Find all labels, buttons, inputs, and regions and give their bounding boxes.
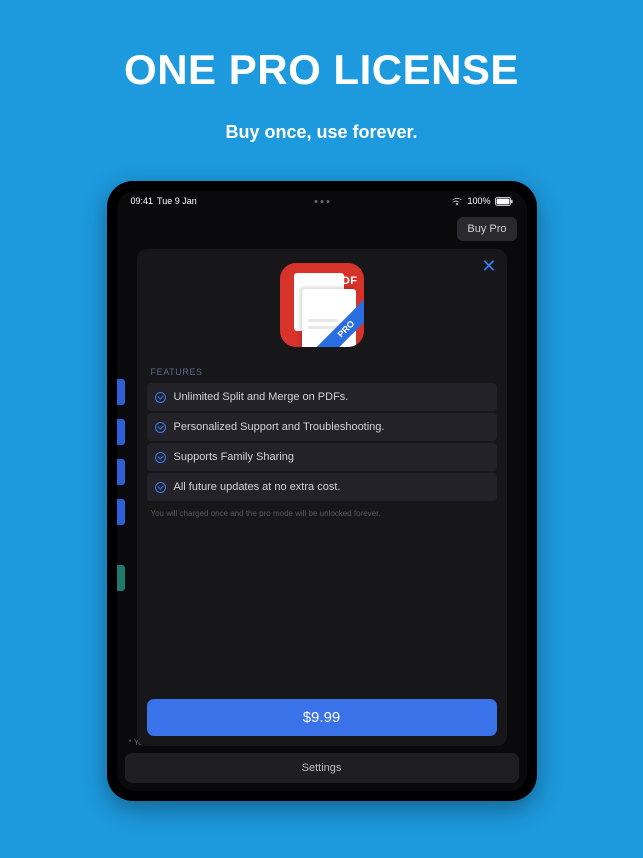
app-icon-tag: PDF xyxy=(334,275,358,287)
feature-row: Personalized Support and Troubleshooting… xyxy=(147,413,497,441)
feature-row: Unlimited Split and Merge on PDFs. xyxy=(147,383,497,411)
app-icon: PDF PRO xyxy=(280,263,364,347)
check-icon xyxy=(155,452,166,463)
feature-text: All future updates at no extra cost. xyxy=(174,481,341,493)
status-time: 09:41 xyxy=(131,196,154,206)
feature-text: Supports Family Sharing xyxy=(174,451,294,463)
settings-button[interactable]: Settings xyxy=(125,753,519,783)
fine-print: You will charged once and the pro mode w… xyxy=(137,503,507,518)
multitask-dots[interactable] xyxy=(314,200,329,203)
close-icon[interactable]: ✕ xyxy=(481,257,496,275)
feature-text: Personalized Support and Troubleshooting… xyxy=(174,421,385,433)
battery-icon xyxy=(495,197,513,206)
buy-pro-button[interactable]: Buy Pro xyxy=(457,217,516,241)
status-bar: 09:41 Tue 9 Jan 100% xyxy=(117,191,527,211)
marketing-headline: ONE PRO LICENSE xyxy=(124,46,519,94)
feature-text: Unlimited Split and Merge on PDFs. xyxy=(174,391,349,403)
nav-bar: Buy Pro xyxy=(117,211,527,247)
check-icon xyxy=(155,482,166,493)
tablet-frame: 09:41 Tue 9 Jan 100% Buy Pro xyxy=(107,181,537,801)
purchase-button[interactable]: $9.99 xyxy=(147,699,497,736)
pro-modal: ✕ PDF PRO FEATURES xyxy=(137,249,507,746)
feature-row: All future updates at no extra cost. xyxy=(147,473,497,501)
check-icon xyxy=(155,422,166,433)
features-list: Unlimited Split and Merge on PDFs. Perso… xyxy=(137,383,507,503)
features-section-label: FEATURES xyxy=(137,367,507,377)
check-icon xyxy=(155,392,166,403)
status-date: Tue 9 Jan xyxy=(157,196,197,206)
device-screen: 09:41 Tue 9 Jan 100% Buy Pro xyxy=(117,191,527,791)
status-battery-pct: 100% xyxy=(467,196,490,206)
marketing-subhead: Buy once, use forever. xyxy=(225,122,417,143)
wifi-icon xyxy=(451,197,463,206)
feature-row: Supports Family Sharing xyxy=(147,443,497,471)
